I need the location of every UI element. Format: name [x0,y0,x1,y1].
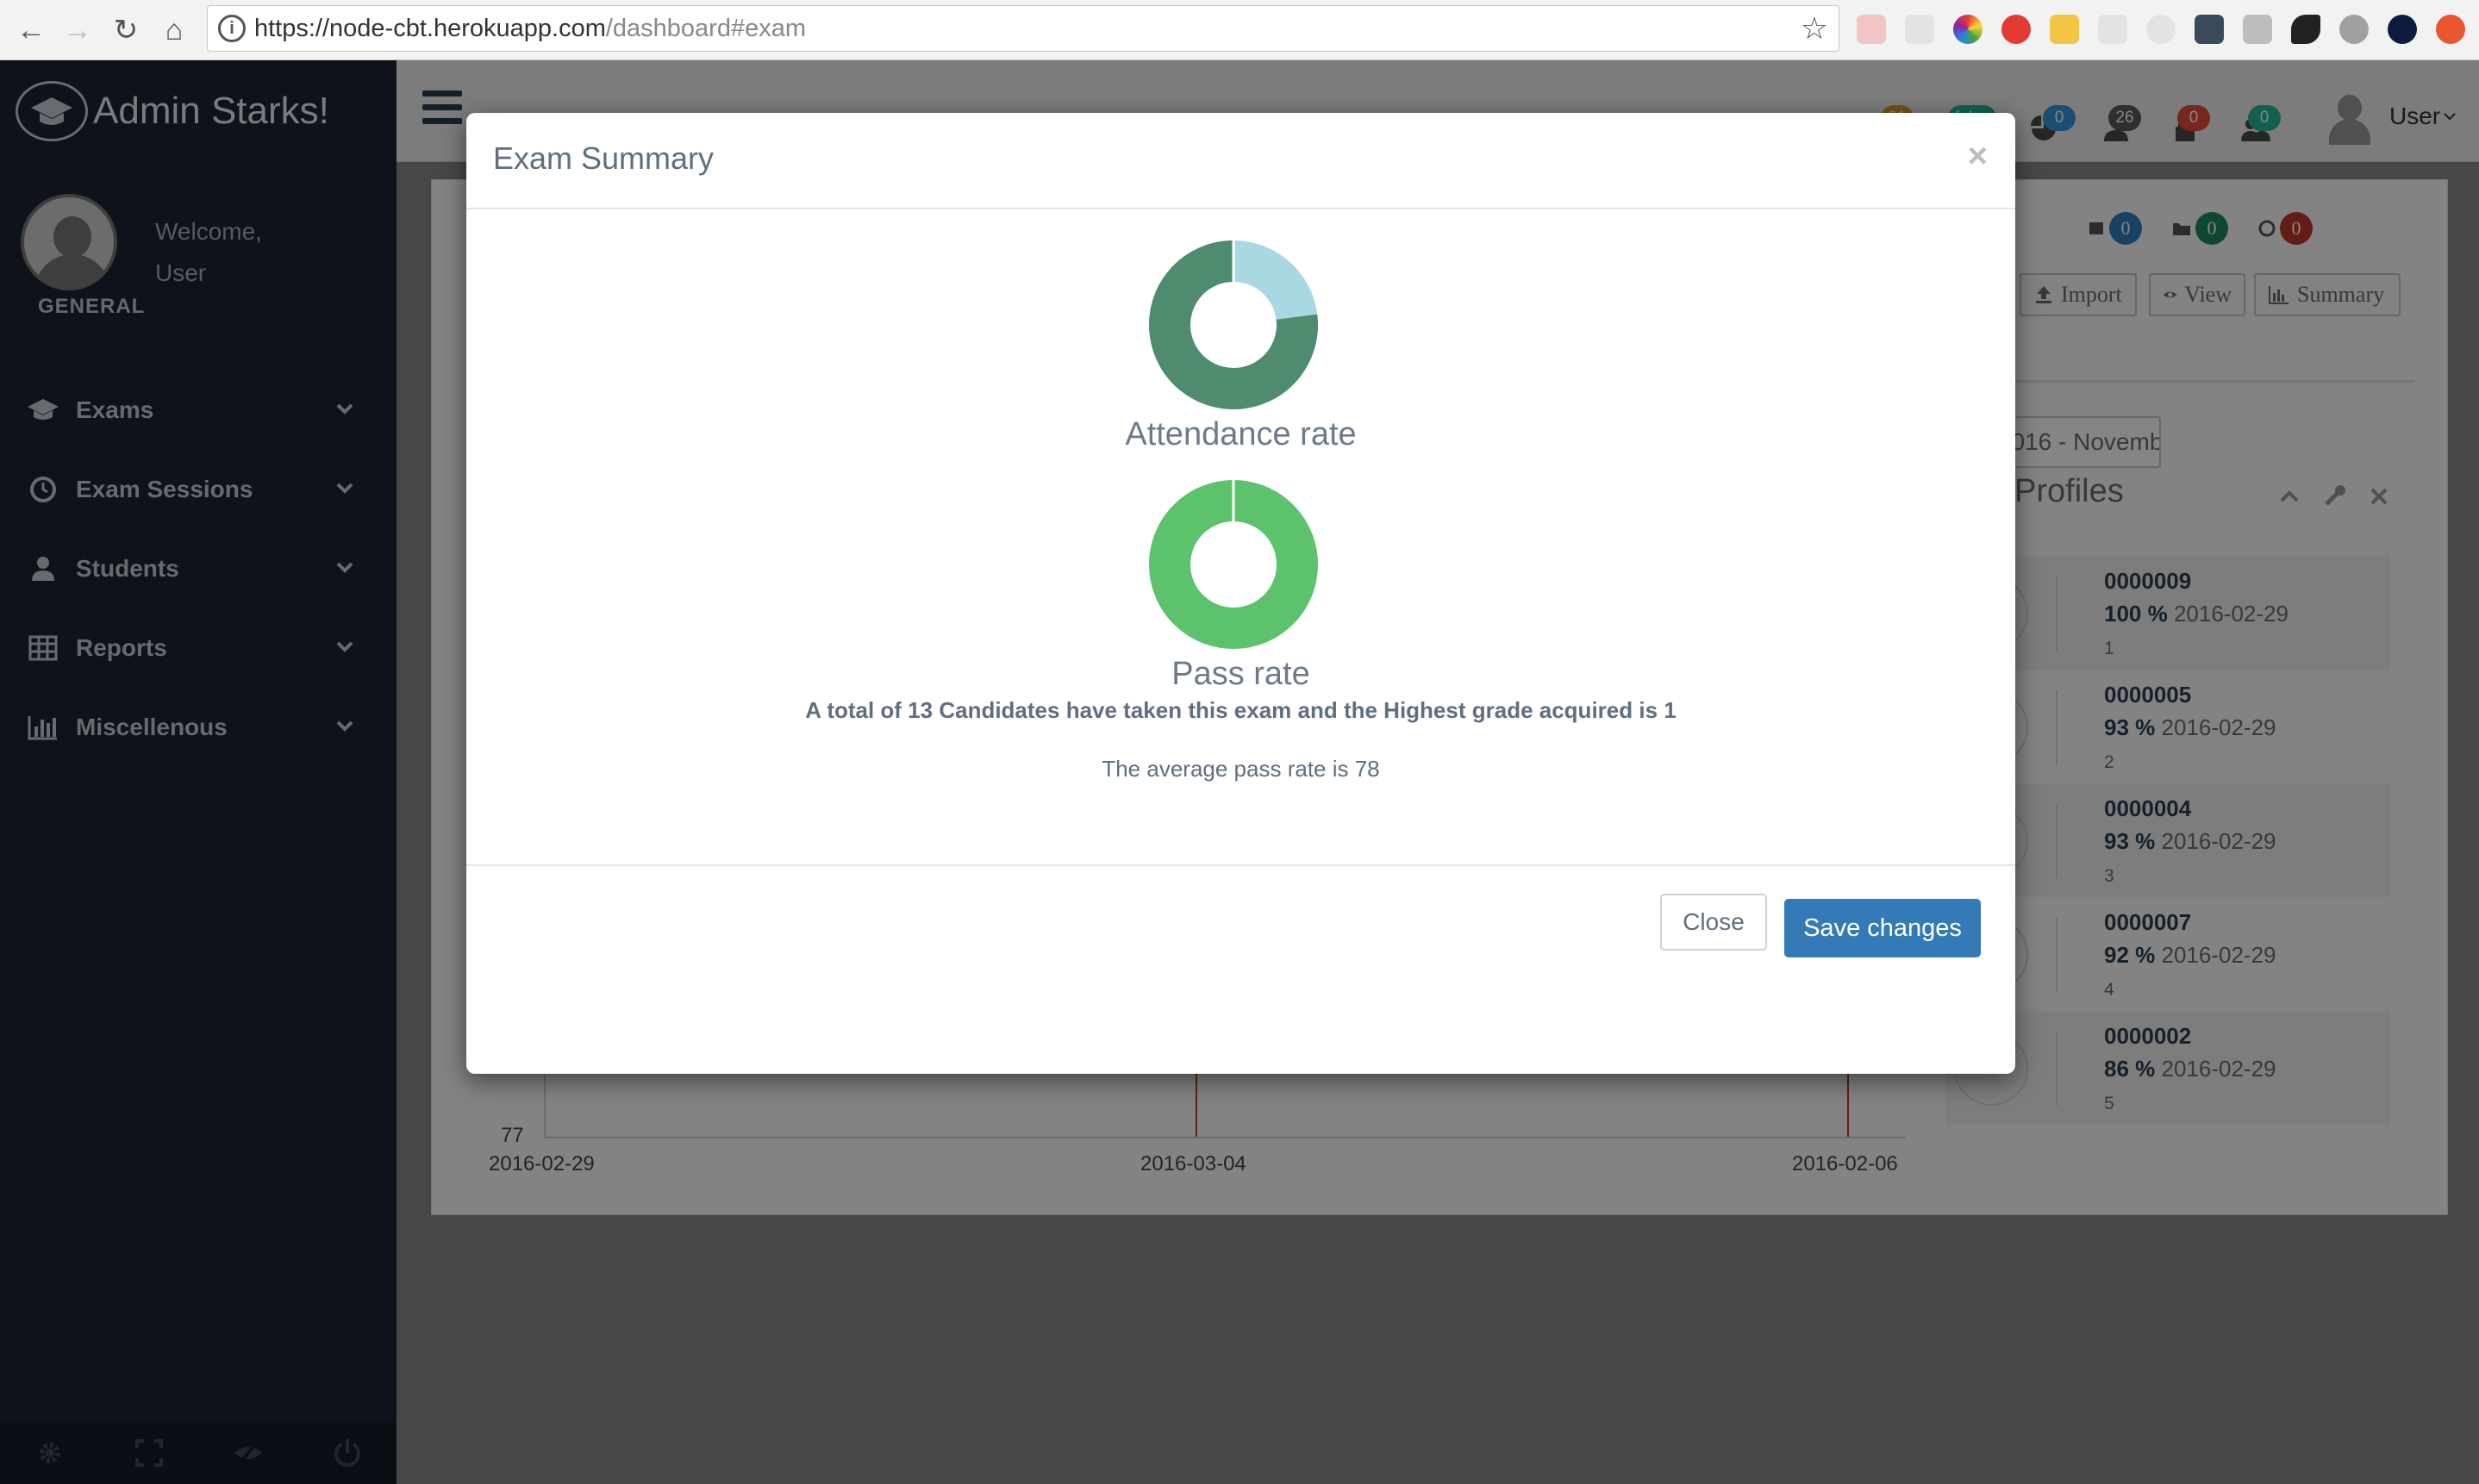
extension-grid-icon[interactable] [2098,15,2127,44]
extension-bolt-icon[interactable] [2339,15,2369,44]
extension-pocket-icon[interactable] [1857,15,1886,44]
url-host: https://node-cbt.herokuapp.com [254,15,606,42]
address-bar[interactable]: i https://node-cbt.herokuapp.com/dashboa… [207,5,1839,52]
forward-icon[interactable]: → [59,11,97,49]
modal-title: Exam Summary [493,140,715,176]
extension-bird-icon[interactable] [2291,15,2320,44]
pass-rate-donut-chart [1149,480,1318,649]
attendance-rate-label: Attendance rate [1125,416,1357,452]
reload-icon[interactable]: ↻ [107,11,145,49]
extension-upload-icon[interactable] [2436,15,2465,44]
site-info-icon[interactable]: i [218,15,246,42]
modal-body: Attendance rate Pass rate A total of 13 … [466,209,2015,866]
close-button[interactable]: Close [1660,894,1767,951]
average-pass-rate-text: The average pass rate is 78 [1102,756,1380,782]
home-icon[interactable]: ⌂ [155,11,193,49]
extension-notes-icon[interactable] [2050,15,2079,44]
close-icon[interactable]: × [1968,139,1988,173]
browser-toolbar: ← → ↻ ⌂ i https://node-cbt.herokuapp.com… [0,0,2479,60]
save-changes-button[interactable]: Save changes [1784,899,1981,957]
bookmark-star-icon[interactable]: ☆ [1801,9,1828,47]
extension-mail-icon[interactable] [1905,15,1934,44]
url-text[interactable]: https://node-cbt.herokuapp.com/dashboard… [254,6,806,51]
extension-circle-icon[interactable] [2146,15,2176,44]
back-icon[interactable]: ← [12,11,50,49]
modal-header: Exam Summary × [466,113,2015,209]
extension-trash-icon[interactable] [2001,15,2031,44]
modal-footer: Close Save changes [466,866,2015,1072]
extension-1password-icon[interactable] [2388,15,2417,44]
exam-summary-modal: Exam Summary × Attendance rate Pass rate… [466,113,2015,1074]
extension-x-icon[interactable] [2195,15,2224,44]
extension-color-icon[interactable] [1953,15,1983,44]
pass-rate-label: Pass rate [1171,656,1310,692]
exam-summary-text: A total of 13 Candidates have taken this… [805,697,1677,723]
attendance-donut-chart [1149,240,1318,409]
url-path: /dashboard#exam [605,15,807,42]
extension-feather-icon[interactable] [2243,15,2272,44]
